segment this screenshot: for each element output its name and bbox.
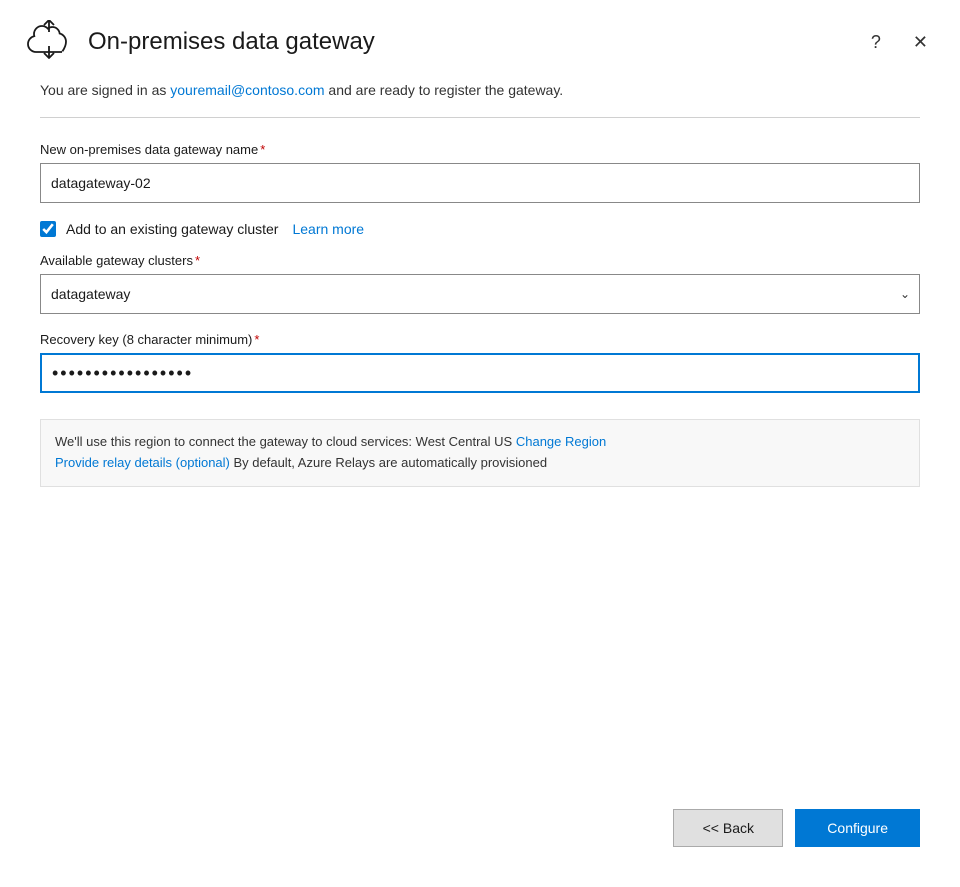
dialog-container: On-premises data gateway ? ✕ You are sig…: [0, 0, 960, 887]
cluster-label: Available gateway clusters*: [40, 253, 920, 268]
title-area: On-premises data gateway: [24, 20, 375, 64]
required-star-key: *: [254, 332, 259, 347]
gateway-name-label: New on-premises data gateway name*: [40, 142, 920, 157]
help-button[interactable]: ?: [863, 29, 889, 55]
relay-details-link[interactable]: Provide relay details (optional): [55, 455, 230, 470]
cluster-group: Available gateway clusters* datagateway …: [40, 253, 920, 314]
header-actions: ? ✕: [863, 29, 936, 55]
required-star-cluster: *: [195, 253, 200, 268]
dialog-footer: << Back Configure: [0, 809, 960, 887]
dialog-title: On-premises data gateway: [88, 28, 375, 56]
dialog-header: On-premises data gateway ? ✕: [0, 0, 960, 80]
add-to-cluster-checkbox[interactable]: [40, 221, 56, 237]
back-button[interactable]: << Back: [673, 809, 783, 847]
signed-in-suffix: and are ready to register the gateway.: [325, 82, 564, 98]
recovery-key-label: Recovery key (8 character minimum)*: [40, 332, 920, 347]
signed-in-prefix: You are signed in as: [40, 82, 170, 98]
configure-button[interactable]: Configure: [795, 809, 920, 847]
email-link[interactable]: youremail@contoso.com: [170, 82, 324, 98]
spacer: [40, 487, 920, 769]
gateway-name-group: New on-premises data gateway name*: [40, 142, 920, 203]
divider: [40, 117, 920, 118]
checkbox-row: Add to an existing gateway cluster Learn…: [40, 221, 920, 237]
close-button[interactable]: ✕: [905, 29, 936, 55]
gateway-name-input[interactable]: [40, 163, 920, 203]
recovery-key-input[interactable]: [40, 353, 920, 393]
cluster-select[interactable]: datagateway: [40, 274, 920, 314]
cloud-gateway-icon: [24, 20, 74, 64]
dialog-body: You are signed in as youremail@contoso.c…: [0, 80, 960, 809]
change-region-link[interactable]: Change Region: [516, 434, 606, 449]
required-star-name: *: [260, 142, 265, 157]
recovery-key-group: Recovery key (8 character minimum)*: [40, 332, 920, 393]
info-text-prefix: We'll use this region to connect the gat…: [55, 434, 516, 449]
select-wrapper: datagateway ⌄: [40, 274, 920, 314]
info-box: We'll use this region to connect the gat…: [40, 419, 920, 487]
relay-details-suffix: By default, Azure Relays are automatical…: [230, 455, 547, 470]
learn-more-link[interactable]: Learn more: [292, 221, 364, 237]
checkbox-label: Add to an existing gateway cluster: [66, 221, 278, 237]
signed-in-text: You are signed in as youremail@contoso.c…: [40, 80, 920, 101]
